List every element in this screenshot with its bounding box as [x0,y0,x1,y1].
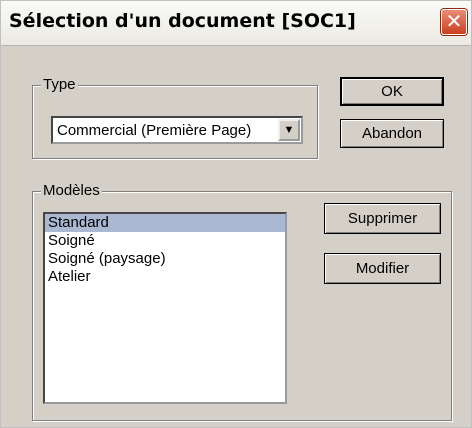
delete-button[interactable]: Supprimer [324,203,441,234]
close-icon: ✕ [445,9,463,33]
close-button[interactable]: ✕ [441,9,467,35]
models-listbox[interactable]: Standard Soigné Soigné (paysage) Atelier [43,212,287,404]
ok-button[interactable]: OK [340,77,444,106]
chevron-down-icon[interactable]: ▼ [278,119,300,141]
list-item[interactable]: Standard [45,214,285,232]
type-groupbox: Type Commercial (Première Page) ▼ [32,76,318,159]
list-item[interactable]: Atelier [45,268,285,286]
modify-button[interactable]: Modifier [324,253,441,284]
list-item[interactable]: Soigné [45,232,285,250]
cancel-button[interactable]: Abandon [340,119,444,148]
dialog-window: Sélection d'un document [SOC1] ✕ Type Co… [0,0,472,428]
models-group-label: Modèles [41,182,102,199]
type-dropdown-value: Commercial (Première Page) [57,122,252,139]
window-title: Sélection d'un document [SOC1] [9,10,356,32]
title-bar[interactable]: Sélection d'un document [SOC1] ✕ [1,1,471,46]
type-group-label: Type [41,76,78,93]
list-item[interactable]: Soigné (paysage) [45,250,285,268]
type-dropdown[interactable]: Commercial (Première Page) ▼ [51,116,303,144]
